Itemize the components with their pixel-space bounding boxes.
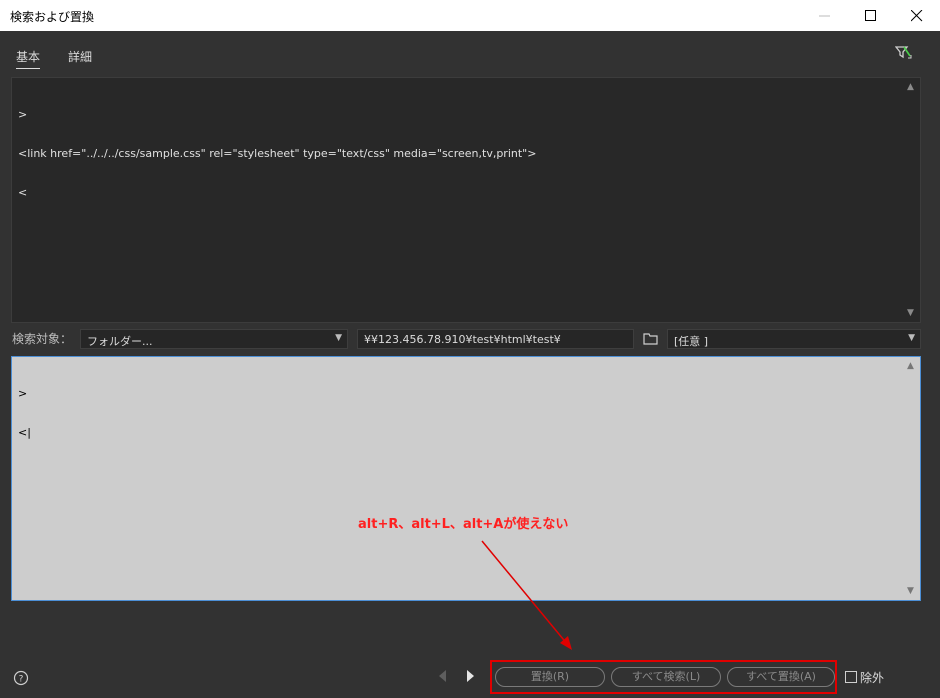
file-filter-dropdown[interactable]: [任意 ] ▼ bbox=[667, 329, 921, 349]
search-target-row: 検索対象： フォルダー... ▼ ¥¥123.456.78.910¥test¥h… bbox=[0, 328, 940, 350]
replace-all-button[interactable]: すべて置換(A) bbox=[727, 667, 835, 687]
svg-text:?: ? bbox=[19, 675, 24, 685]
replace-line: > bbox=[18, 387, 28, 400]
search-path-input[interactable]: ¥¥123.456.78.910¥test¥html¥test¥ bbox=[357, 329, 634, 349]
close-button[interactable] bbox=[894, 0, 940, 31]
find-text-area[interactable]: > <link href="../../../css/sample.css" r… bbox=[11, 77, 921, 323]
checkbox-icon[interactable] bbox=[845, 671, 857, 683]
minimize-icon bbox=[819, 15, 830, 17]
maximize-icon bbox=[865, 10, 876, 21]
search-target-label: 検索対象： bbox=[12, 332, 73, 346]
maximize-button[interactable] bbox=[848, 0, 894, 31]
scroll-up-icon[interactable]: ▲ bbox=[907, 361, 914, 371]
exclude-label: 除外 bbox=[860, 671, 885, 685]
help-icon[interactable]: ? bbox=[13, 670, 29, 689]
search-path-value: ¥¥123.456.78.910¥test¥html¥test¥ bbox=[364, 333, 561, 346]
scroll-down-icon[interactable]: ▼ bbox=[907, 586, 914, 596]
filter-icon[interactable] bbox=[894, 44, 913, 65]
find-scrollbar[interactable]: ▲ ▼ bbox=[902, 78, 920, 322]
exclude-checkbox[interactable]: 除外 bbox=[845, 669, 884, 686]
chevron-down-icon: ▼ bbox=[335, 333, 342, 343]
search-scope-dropdown[interactable]: フォルダー... ▼ bbox=[80, 329, 348, 349]
annotation-arrow bbox=[481, 540, 572, 650]
chevron-down-icon: ▼ bbox=[908, 333, 915, 343]
replace-scrollbar[interactable]: ▲ ▼ bbox=[902, 357, 920, 600]
scroll-down-icon[interactable]: ▼ bbox=[907, 308, 914, 318]
find-all-button[interactable]: すべて検索(L) bbox=[611, 667, 721, 687]
find-line: <link href="../../../css/sample.css" rel… bbox=[18, 147, 537, 160]
close-icon bbox=[911, 10, 923, 22]
scroll-up-icon[interactable]: ▲ bbox=[907, 82, 914, 92]
file-filter-value: [任意 ] bbox=[674, 335, 709, 348]
tab-basic[interactable]: 基本 bbox=[16, 48, 41, 69]
title-bar: 検索および置換 bbox=[0, 0, 940, 31]
next-arrow-icon[interactable] bbox=[465, 668, 477, 687]
prev-arrow-icon[interactable] bbox=[436, 668, 448, 687]
bottom-bar: ? 置換(R) すべて検索(L) すべて置換(A) 除外 bbox=[0, 660, 940, 698]
replace-line: <| bbox=[18, 426, 31, 439]
find-line: < bbox=[18, 186, 28, 199]
folder-icon[interactable] bbox=[643, 332, 659, 348]
search-scope-value: フォルダー... bbox=[87, 335, 153, 348]
replace-text-area[interactable]: > <| ▲ ▼ bbox=[11, 356, 921, 601]
minimize-button[interactable] bbox=[802, 0, 848, 31]
tab-advanced[interactable]: 詳細 bbox=[68, 48, 92, 65]
annotation-text: alt+R、alt+L、alt+Aが使えない bbox=[358, 517, 569, 532]
replace-button[interactable]: 置換(R) bbox=[495, 667, 605, 687]
find-line: > bbox=[18, 108, 28, 121]
window-title: 検索および置換 bbox=[10, 10, 95, 24]
